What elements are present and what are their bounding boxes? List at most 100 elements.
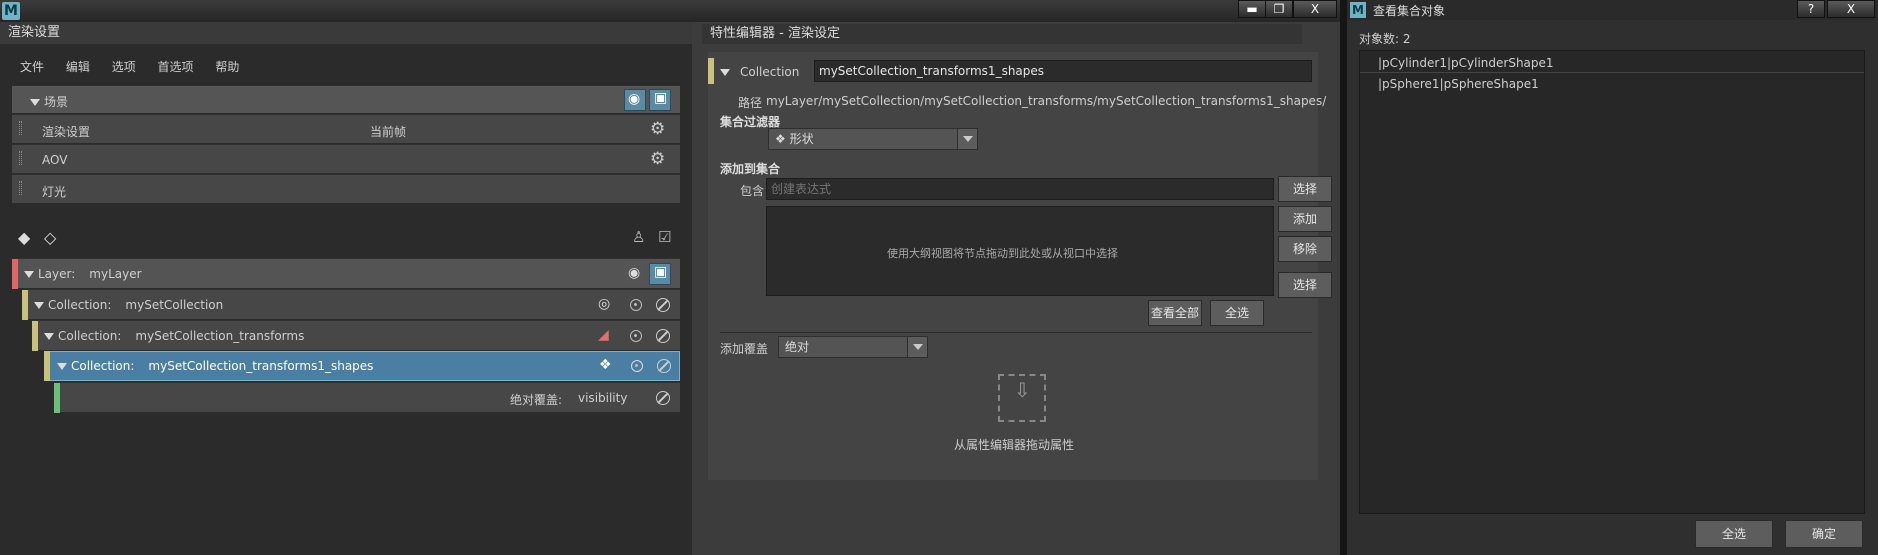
scene-item-aov[interactable]: AOV ⚙ xyxy=(12,144,680,173)
shape-icon: ❖ xyxy=(599,357,612,373)
shape-icon: ❖ xyxy=(775,132,790,146)
scene-item-render-settings[interactable]: 渲染设置 当前帧 ⚙ xyxy=(12,114,680,143)
object-list[interactable]: |pCylinder1|pCylinderShape1 |pSphere1|pS… xyxy=(1359,50,1865,514)
scene-item-label: 灯光 xyxy=(42,185,67,199)
check-list-icon[interactable]: ☑ xyxy=(658,228,671,246)
collection-name: mySetCollection_transforms1_shapes xyxy=(148,359,374,373)
close-button[interactable]: X xyxy=(1827,0,1875,18)
add-button[interactable]: 添加 xyxy=(1278,206,1332,232)
disable-icon[interactable] xyxy=(657,359,671,373)
collection-color-bar xyxy=(22,290,28,320)
disable-icon[interactable] xyxy=(656,391,670,405)
chevron-down-icon[interactable] xyxy=(957,129,977,149)
filter-dropdown[interactable]: ❖ 形状 xyxy=(768,128,978,150)
collection-row[interactable]: Collection: mySetCollection_transforms ◢ xyxy=(32,320,680,351)
path-value: myLayer/mySetCollection/mySetCollection_… xyxy=(766,94,1327,108)
collapse-arrow-icon[interactable] xyxy=(34,302,44,309)
override-color-bar xyxy=(54,383,60,413)
render-setup-title: 渲染设置 xyxy=(0,22,692,44)
override-type-value: 绝对 xyxy=(785,340,810,354)
object-count: 对象数: 2 xyxy=(1359,32,1411,46)
collapse-arrow-icon[interactable] xyxy=(720,69,730,76)
list-item-label: |pSphere1|pSphereShape1 xyxy=(1378,77,1539,91)
isolate-icon[interactable] xyxy=(630,299,642,311)
render-setup-panel: 渲染设置 文件 编辑 选项 首选项 帮助 场景 ◉ ▣ 渲染设置 当前帧 ⚙ A… xyxy=(0,22,692,555)
eye-icon[interactable]: ◉ xyxy=(624,89,646,111)
select-button[interactable]: 选择 xyxy=(1278,272,1332,298)
drag-hint: 从属性编辑器拖动属性 xyxy=(954,438,1075,452)
eye-icon[interactable]: ◉ xyxy=(624,263,646,285)
minimize-button[interactable]: ▬ xyxy=(1238,0,1266,18)
menu-edit[interactable]: 编辑 xyxy=(66,60,90,74)
drag-handle-icon[interactable] xyxy=(19,181,22,195)
layer-prefix: Layer: xyxy=(38,267,76,281)
close-button[interactable]: X xyxy=(1293,0,1337,18)
menu-bar: 文件 编辑 选项 首选项 帮助 xyxy=(20,58,257,75)
ok-button[interactable]: 确定 xyxy=(1785,520,1863,548)
gear-icon[interactable]: ⚙ xyxy=(650,150,665,168)
collection-row[interactable]: Collection: mySetCollection ◎ xyxy=(22,289,680,320)
chevron-down-icon[interactable] xyxy=(907,337,927,357)
layer-row[interactable]: Layer: myLayer ◉ ▣ xyxy=(12,258,680,289)
help-button[interactable]: ? xyxy=(1797,0,1825,18)
drag-handle-icon[interactable] xyxy=(19,121,22,135)
maya-logo-icon: M xyxy=(2,2,20,20)
menu-file[interactable]: 文件 xyxy=(20,60,44,74)
maximize-button[interactable]: ❐ xyxy=(1265,0,1293,18)
collection-prefix: Collection: xyxy=(58,329,122,343)
gear-icon[interactable]: ⚙ xyxy=(650,120,665,138)
current-frame-label: 当前帧 xyxy=(370,125,407,139)
menu-preferences[interactable]: 首选项 xyxy=(158,60,194,74)
collection-row-selected[interactable]: Collection: mySetCollection_transforms1_s… xyxy=(44,351,680,381)
menu-help[interactable]: 帮助 xyxy=(215,60,239,74)
scene-item-label: AOV xyxy=(42,153,68,167)
list-item[interactable]: |pCylinder1|pCylinderShape1 xyxy=(1360,53,1864,73)
render-icon[interactable]: ▣ xyxy=(649,263,671,285)
solo-icon[interactable]: ♙ xyxy=(632,228,645,246)
collapse-arrow-icon[interactable] xyxy=(24,271,34,278)
disable-icon[interactable] xyxy=(656,329,670,343)
override-row[interactable]: 绝对覆盖: visibility xyxy=(54,382,680,413)
include-expression-input[interactable] xyxy=(766,178,1274,200)
scene-item-label: 渲染设置 xyxy=(42,125,91,139)
path-label: 路径 xyxy=(738,96,763,110)
menu-options[interactable]: 选项 xyxy=(112,60,136,74)
add-override-label: 添加覆盖 xyxy=(720,342,769,356)
isolate-icon[interactable] xyxy=(630,330,642,342)
collapse-arrow-icon[interactable] xyxy=(57,363,67,370)
include-label: 包含 xyxy=(740,184,765,198)
create-collection-icon[interactable]: ◇ xyxy=(44,228,56,247)
set-icon: ◎ xyxy=(598,296,611,312)
divider xyxy=(720,332,1312,333)
create-layer-icon[interactable]: ◆ xyxy=(18,228,30,247)
drag-handle-icon[interactable] xyxy=(19,151,22,165)
select-all-button[interactable]: 全选 xyxy=(1210,300,1264,326)
collection-name: mySetCollection_transforms xyxy=(135,329,305,343)
select-all-button[interactable]: 全选 xyxy=(1695,520,1773,548)
collection-name-field[interactable]: mySetCollection_transforms1_shapes xyxy=(814,60,1312,82)
drop-attribute-icon[interactable]: ⇩ xyxy=(998,374,1046,422)
render-icon[interactable]: ▣ xyxy=(649,89,671,111)
drop-zone[interactable]: 使用大纲视图将节点拖动到此处或从视口中选择 xyxy=(766,206,1274,296)
view-all-button[interactable]: 查看全部 xyxy=(1148,300,1202,326)
scene-item-lights[interactable]: 灯光 xyxy=(12,174,680,203)
list-item[interactable]: |pSphere1|pSphereShape1 xyxy=(1360,74,1864,94)
maya-logo-icon: M xyxy=(1350,2,1366,18)
attribute-editor-panel: 特性编辑器 - 渲染设定 Collection mySetCollection_… xyxy=(692,22,1340,555)
filter-value: 形状 xyxy=(789,132,814,146)
drop-hint: 使用大纲视图将节点拖动到此处或从视口中选择 xyxy=(887,247,1118,260)
scene-label: 场景 xyxy=(44,95,69,109)
collection-color-bar xyxy=(44,351,50,381)
window-title: 查看集合对象 xyxy=(1373,4,1446,18)
list-item-label: |pCylinder1|pCylinderShape1 xyxy=(1378,56,1554,70)
add-to-collection-label: 添加到集合 xyxy=(720,162,781,176)
collapse-arrow-icon[interactable] xyxy=(44,333,54,340)
remove-button[interactable]: 移除 xyxy=(1278,236,1332,262)
disable-icon[interactable] xyxy=(656,298,670,312)
attribute-editor-title: 特性编辑器 - 渲染设定 xyxy=(702,24,1302,44)
scene-header[interactable]: 场景 ◉ ▣ xyxy=(12,85,680,113)
override-type-dropdown[interactable]: 绝对 xyxy=(778,336,928,358)
collapse-arrow-icon[interactable] xyxy=(30,99,40,106)
select-button[interactable]: 选择 xyxy=(1278,176,1332,202)
isolate-icon[interactable] xyxy=(631,360,643,372)
